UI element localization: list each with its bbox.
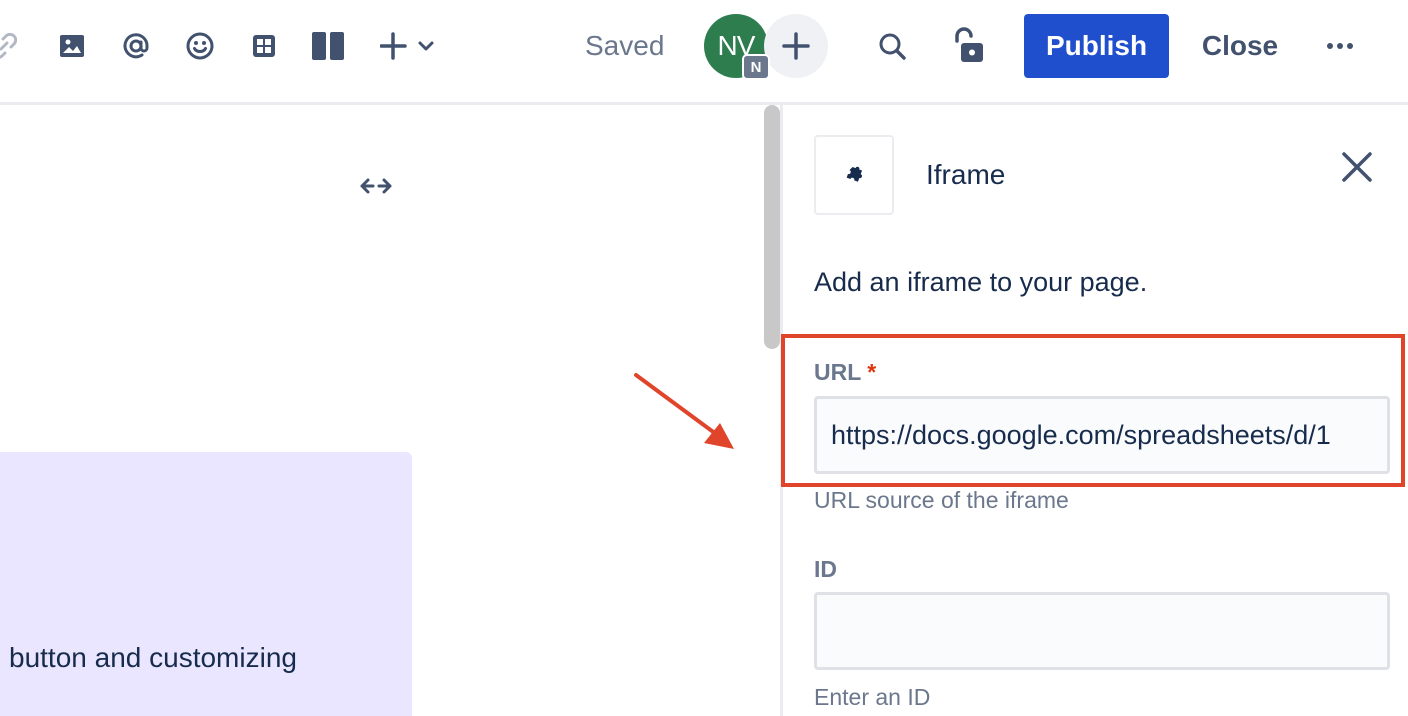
id-help-text: Enter an ID [814,684,931,710]
expand-width-icon[interactable] [352,169,400,203]
publish-button[interactable]: Publish [1024,14,1169,78]
table-icon[interactable] [242,24,286,68]
id-label: ID [814,556,837,582]
close-icon[interactable] [1335,145,1379,189]
invite-collaborator-button[interactable] [764,14,828,78]
required-marker: * [867,359,877,385]
close-button[interactable]: Close [1190,14,1290,78]
more-options-icon[interactable] [1318,24,1362,68]
macro-title: Iframe [926,159,1006,190]
url-label: URL * [814,359,877,385]
url-input[interactable] [814,396,1390,474]
saved-status: Saved [585,30,665,61]
layouts-icon[interactable] [306,24,350,68]
unlock-icon[interactable] [946,24,990,68]
id-input[interactable] [814,592,1390,670]
macro-icon [814,135,894,215]
insert-more-icon[interactable] [378,24,438,68]
panel-text: button and customizing [9,642,297,673]
plus-icon [782,32,810,60]
emoji-icon[interactable] [178,24,222,68]
url-help-text: URL source of the iframe [814,487,1069,513]
macro-description: Add an iframe to your page. [814,267,1148,297]
scrollbar-thumb[interactable] [764,105,780,349]
editor-canvas[interactable]: button and customizing [0,105,780,716]
link-icon[interactable] [0,24,26,68]
search-icon[interactable] [870,24,914,68]
puzzle-icon [846,166,863,182]
avatar-badge: N [742,54,770,80]
macro-config-panel: Iframe Add an iframe to your page. URL *… [780,105,1408,716]
note-panel[interactable]: button and customizing [0,452,412,716]
mention-icon[interactable] [114,24,158,68]
image-icon[interactable] [50,24,94,68]
annotation-arrow [634,373,734,449]
editor-toolbar: Saved NV N Publish Close [0,0,1408,102]
